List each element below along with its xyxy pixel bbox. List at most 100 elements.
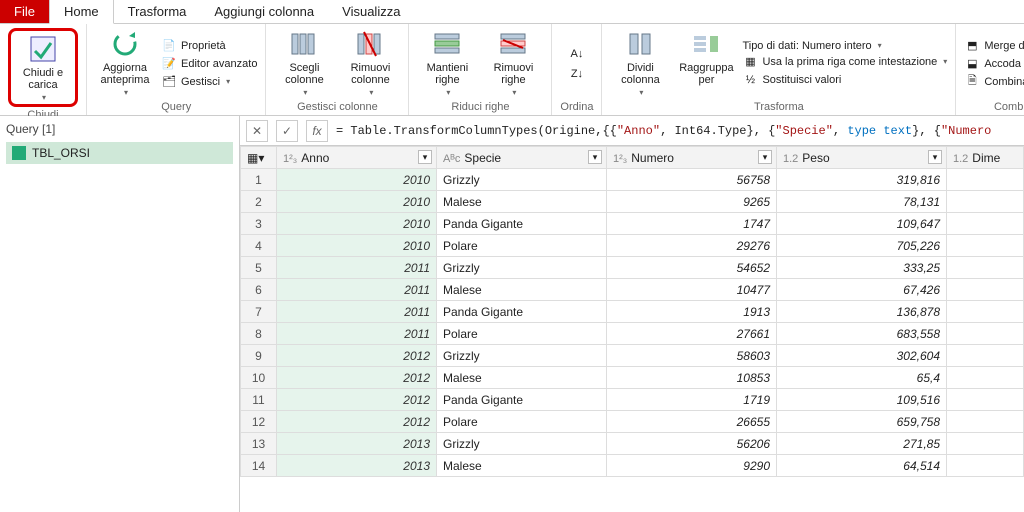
cell-specie[interactable]: Malese — [437, 455, 607, 477]
cell-numero[interactable]: 9290 — [607, 455, 777, 477]
cell-peso[interactable]: 302,604 — [777, 345, 947, 367]
table-row[interactable]: 72011Panda Gigante1913136,878 — [241, 301, 1024, 323]
cell-anno[interactable]: 2010 — [277, 169, 437, 191]
filter-dropdown-icon[interactable]: ▾ — [758, 150, 772, 164]
properties-button[interactable]: 📄Proprietà — [161, 38, 257, 54]
table-row[interactable]: 112012Panda Gigante1719109,516 — [241, 389, 1024, 411]
accept-formula-button[interactable]: ✓ — [276, 120, 298, 142]
tab-home[interactable]: Home — [49, 0, 114, 24]
advanced-editor-button[interactable]: 📝Editor avanzato — [161, 56, 257, 72]
cell-specie[interactable]: Grizzly — [437, 169, 607, 191]
cell-dim[interactable] — [947, 455, 1024, 477]
cell-specie[interactable]: Panda Gigante — [437, 213, 607, 235]
cell-anno[interactable]: 2011 — [277, 257, 437, 279]
cell-specie[interactable]: Grizzly — [437, 257, 607, 279]
cell-specie[interactable]: Malese — [437, 367, 607, 389]
cell-peso[interactable]: 319,816 — [777, 169, 947, 191]
cell-peso[interactable]: 109,647 — [777, 213, 947, 235]
cell-numero[interactable]: 54652 — [607, 257, 777, 279]
table-row[interactable]: 142013Malese929064,514 — [241, 455, 1024, 477]
cell-numero[interactable]: 9265 — [607, 191, 777, 213]
table-row[interactable]: 42010Polare29276705,226 — [241, 235, 1024, 257]
close-load-button[interactable]: Chiudi e carica▾ — [13, 33, 73, 102]
cell-anno[interactable]: 2011 — [277, 301, 437, 323]
table-row[interactable]: 92012Grizzly58603302,604 — [241, 345, 1024, 367]
cell-numero[interactable]: 10853 — [607, 367, 777, 389]
cell-specie[interactable]: Grizzly — [437, 433, 607, 455]
cell-numero[interactable]: 56206 — [607, 433, 777, 455]
keep-rows-button[interactable]: Mantieni righe▾ — [417, 28, 477, 97]
append-queries-button[interactable]: ⬓Accoda query▾ — [964, 56, 1024, 72]
cell-specie[interactable]: Malese — [437, 191, 607, 213]
cell-dim[interactable] — [947, 345, 1024, 367]
row-number[interactable]: 11 — [241, 389, 277, 411]
data-grid[interactable]: ▦▾ 1²₃Anno▾ AᴮcSpecie▾ 1²₃Numero▾ 1.2Pes… — [240, 146, 1024, 512]
cell-specie[interactable]: Panda Gigante — [437, 389, 607, 411]
cell-anno[interactable]: 2012 — [277, 367, 437, 389]
cell-specie[interactable]: Malese — [437, 279, 607, 301]
cell-dim[interactable] — [947, 323, 1024, 345]
cell-specie[interactable]: Polare — [437, 411, 607, 433]
fx-button[interactable]: fx — [306, 120, 328, 142]
group-by-button[interactable]: Raggruppa per — [676, 28, 736, 86]
cell-anno[interactable]: 2013 — [277, 433, 437, 455]
cell-anno[interactable]: 2010 — [277, 191, 437, 213]
table-row[interactable]: 62011Malese1047767,426 — [241, 279, 1024, 301]
cell-peso[interactable]: 271,85 — [777, 433, 947, 455]
cell-dim[interactable] — [947, 257, 1024, 279]
filter-dropdown-icon[interactable]: ▾ — [928, 150, 942, 164]
cell-anno[interactable]: 2012 — [277, 411, 437, 433]
cell-dim[interactable] — [947, 367, 1024, 389]
cell-numero[interactable]: 27661 — [607, 323, 777, 345]
table-row[interactable]: 82011Polare27661683,558 — [241, 323, 1024, 345]
row-number[interactable]: 2 — [241, 191, 277, 213]
row-number[interactable]: 8 — [241, 323, 277, 345]
table-row[interactable]: 12010Grizzly56758319,816 — [241, 169, 1024, 191]
table-row[interactable]: 22010Malese926578,131 — [241, 191, 1024, 213]
cell-peso[interactable]: 705,226 — [777, 235, 947, 257]
cell-peso[interactable]: 109,516 — [777, 389, 947, 411]
combine-files-button[interactable]: 🗎Combina file — [964, 74, 1024, 90]
cell-dim[interactable] — [947, 411, 1024, 433]
cell-specie[interactable]: Polare — [437, 323, 607, 345]
query-item[interactable]: TBL_ORSI — [6, 142, 233, 164]
cell-peso[interactable]: 65,4 — [777, 367, 947, 389]
cell-peso[interactable]: 136,878 — [777, 301, 947, 323]
refresh-preview-button[interactable]: Aggiorna anteprima▾ — [95, 28, 155, 97]
row-number[interactable]: 10 — [241, 367, 277, 389]
merge-queries-button[interactable]: ⬒Merge di query▾ — [964, 38, 1024, 54]
cell-anno[interactable]: 2012 — [277, 345, 437, 367]
cell-dim[interactable] — [947, 169, 1024, 191]
column-header-dim[interactable]: 1.2Dime — [947, 147, 1024, 169]
table-row[interactable]: 122012Polare26655659,758 — [241, 411, 1024, 433]
sort-asc-button[interactable]: A↓ — [569, 46, 585, 62]
cell-numero[interactable]: 1719 — [607, 389, 777, 411]
tab-view[interactable]: Visualizza — [328, 0, 414, 23]
row-number[interactable]: 4 — [241, 235, 277, 257]
cell-numero[interactable]: 56758 — [607, 169, 777, 191]
manage-button[interactable]: 🗂Gestisci▾ — [161, 74, 257, 90]
replace-values-button[interactable]: ½Sostituisci valori — [742, 72, 947, 88]
cell-dim[interactable] — [947, 213, 1024, 235]
row-number[interactable]: 5 — [241, 257, 277, 279]
row-number[interactable]: 14 — [241, 455, 277, 477]
cell-anno[interactable]: 2010 — [277, 235, 437, 257]
table-row[interactable]: 102012Malese1085365,4 — [241, 367, 1024, 389]
cancel-formula-button[interactable]: ✕ — [246, 120, 268, 142]
grid-corner[interactable]: ▦▾ — [241, 147, 277, 169]
cell-specie[interactable]: Polare — [437, 235, 607, 257]
table-row[interactable]: 132013Grizzly56206271,85 — [241, 433, 1024, 455]
row-number[interactable]: 7 — [241, 301, 277, 323]
tab-transform[interactable]: Trasforma — [114, 0, 201, 23]
cell-peso[interactable]: 683,558 — [777, 323, 947, 345]
tab-file[interactable]: File — [0, 0, 49, 23]
sort-desc-button[interactable]: Z↓ — [569, 66, 585, 82]
cell-numero[interactable]: 1747 — [607, 213, 777, 235]
row-number[interactable]: 12 — [241, 411, 277, 433]
split-column-button[interactable]: Dividi colonna▾ — [610, 28, 670, 97]
cell-anno[interactable]: 2010 — [277, 213, 437, 235]
remove-rows-button[interactable]: Rimuovi righe▾ — [483, 28, 543, 97]
cell-numero[interactable]: 1913 — [607, 301, 777, 323]
cell-specie[interactable]: Grizzly — [437, 345, 607, 367]
cell-peso[interactable]: 78,131 — [777, 191, 947, 213]
